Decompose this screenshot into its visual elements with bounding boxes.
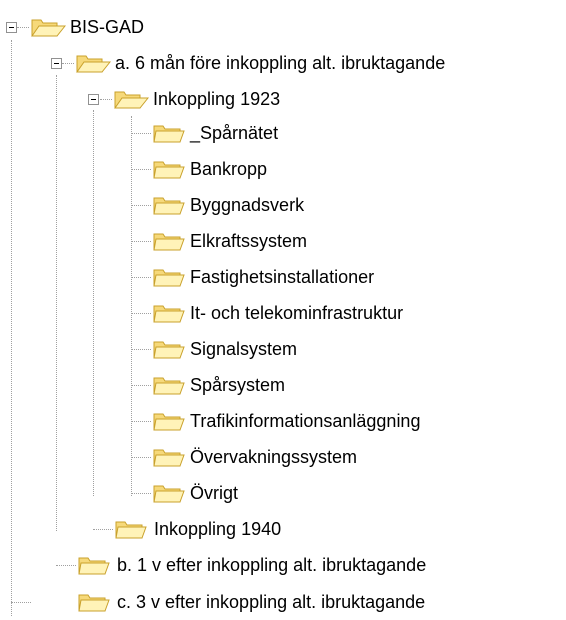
tree-node-label: c. 3 v efter inkoppling alt. ibruktagand… xyxy=(117,592,426,612)
tree-node-label: Byggnadsverk xyxy=(190,195,305,215)
tree-connector-a xyxy=(56,75,57,531)
folder-icon xyxy=(152,337,188,361)
folder-icon xyxy=(114,517,150,541)
tree-branch xyxy=(131,493,151,494)
tree-branch xyxy=(131,169,151,170)
tree-branch xyxy=(131,385,151,386)
tree-node-label: It- och telekominfrastruktur xyxy=(190,303,404,323)
folder-icon xyxy=(152,445,188,469)
folder-icon xyxy=(152,229,188,253)
tree-node-label: Trafikinformationsanläggning xyxy=(190,411,421,431)
folder-icon xyxy=(77,553,113,577)
folder-icon xyxy=(152,121,188,145)
folder-icon xyxy=(152,481,188,505)
tree-branch xyxy=(62,63,74,64)
tree-branch xyxy=(17,27,29,28)
tree-node-label: BIS-GAD xyxy=(70,17,145,37)
folder-icon xyxy=(152,193,188,217)
folder-open-icon xyxy=(113,87,149,111)
tree-connector-1923 xyxy=(93,110,94,496)
tree-connector-leaves xyxy=(131,116,132,496)
tree-branch xyxy=(131,133,151,134)
collapse-toggle-a[interactable] xyxy=(51,58,62,69)
tree-branch xyxy=(100,99,112,100)
tree-node-label: b. 1 v efter inkoppling alt. ibruktagand… xyxy=(117,555,427,575)
tree-branch xyxy=(131,421,151,422)
folder-icon xyxy=(152,157,188,181)
folder-icon xyxy=(152,265,188,289)
folder-icon xyxy=(152,373,188,397)
tree-node-label: Fastighetsinstallationer xyxy=(190,267,375,287)
tree-node-label: Inkoppling 1940 xyxy=(154,519,282,539)
tree-node-label: Övrigt xyxy=(190,483,239,503)
tree-branch xyxy=(93,529,113,530)
tree-node-label: a. 6 mån före inkoppling alt. ibruktagan… xyxy=(115,53,446,73)
folder-open-icon xyxy=(75,51,111,75)
tree-branch xyxy=(131,457,151,458)
folder-icon xyxy=(152,409,188,433)
tree-node-label: Inkoppling 1923 xyxy=(153,89,281,109)
tree-node-label: Elkraftssystem xyxy=(190,231,308,251)
tree-node-label: Signalsystem xyxy=(190,339,298,359)
tree-branch xyxy=(56,565,76,566)
tree-branch xyxy=(131,277,151,278)
collapse-toggle-1923[interactable] xyxy=(88,94,99,105)
folder-open-icon xyxy=(30,15,66,39)
folder-icon xyxy=(77,590,113,614)
tree-branch xyxy=(131,205,151,206)
tree-node-label: Övervakningssystem xyxy=(190,447,358,467)
tree-connector-root xyxy=(11,40,12,616)
tree-branch xyxy=(131,349,151,350)
tree-branch xyxy=(131,313,151,314)
tree-node-label: Bankropp xyxy=(190,159,268,179)
folder-icon xyxy=(152,301,188,325)
tree-node-label: Spårsystem xyxy=(190,375,286,395)
tree-node-label: _Spårnätet xyxy=(190,123,279,143)
collapse-toggle-root[interactable] xyxy=(6,22,17,33)
folder-tree: BIS-GAD a. 6 mån före inkoppling alt. ib… xyxy=(0,0,566,616)
tree-branch xyxy=(131,241,151,242)
tree-branch xyxy=(11,602,31,603)
